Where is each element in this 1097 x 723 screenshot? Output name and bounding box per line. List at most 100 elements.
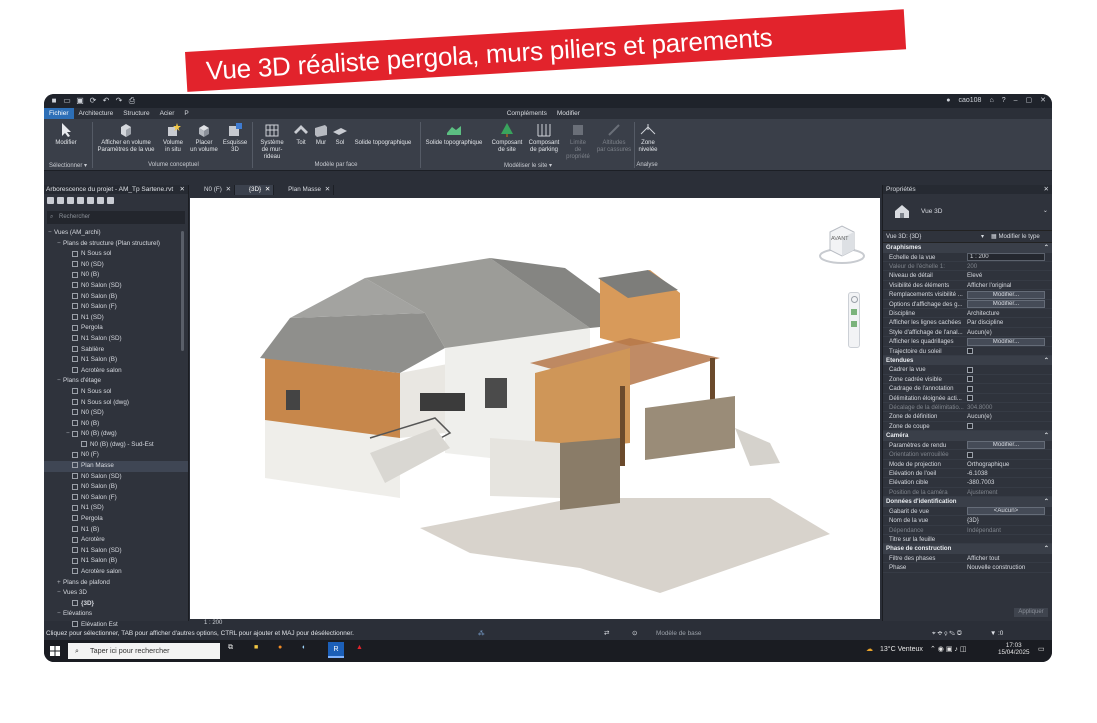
- tab-acier[interactable]: Acier: [155, 108, 180, 119]
- browser-item[interactable]: Sablière: [44, 345, 188, 356]
- zoom-icon[interactable]: [851, 321, 857, 327]
- altitudes-cassures-button[interactable]: Altitudes par cassures: [596, 122, 632, 154]
- open-icon[interactable]: ▭: [63, 96, 71, 105]
- system-tray-icons[interactable]: ⌃ ◉ ▣ ♪ ◫: [930, 645, 966, 653]
- tab-view-3d[interactable]: {3D} ✕: [234, 185, 275, 195]
- volume-in-situ-button[interactable]: Volume in situ: [160, 122, 186, 154]
- browser-item[interactable]: N0 (SD): [44, 260, 188, 271]
- file-explorer-icon[interactable]: ■: [254, 644, 258, 651]
- taskbar-search-input[interactable]: ⌕ Taper ici pour rechercher: [68, 643, 220, 659]
- browser-item[interactable]: − Vues 3D: [44, 588, 188, 599]
- browser-item[interactable]: N Sous sol: [44, 249, 188, 260]
- close-icon[interactable]: ✕: [1040, 96, 1046, 104]
- selection-options-icons[interactable]: ⌖ ✥ ⚲ ✎ ◎: [932, 628, 962, 640]
- worksharing-icon[interactable]: ⁂: [478, 628, 484, 640]
- collapse-icon[interactable]: ⌃: [1044, 544, 1049, 554]
- properties-section-header[interactable]: Phase de construction ⌃: [883, 544, 1052, 554]
- browser-item[interactable]: N1 (SD): [44, 313, 188, 324]
- groups-icon[interactable]: [97, 197, 104, 204]
- property-value[interactable]: Par discipline: [967, 318, 1045, 327]
- instance-filter[interactable]: Vue 3D: {3D}: [886, 233, 921, 240]
- browser-icon[interactable]: ◐: [302, 644, 306, 651]
- close-icon[interactable]: ✕: [325, 185, 330, 195]
- browser-item[interactable]: N Sous sol (dwg): [44, 398, 188, 409]
- sheets-icon[interactable]: [77, 197, 84, 204]
- property-edit-button[interactable]: Modifier...: [967, 441, 1045, 450]
- property-value[interactable]: -6.1038: [967, 469, 1045, 478]
- property-value[interactable]: Afficher l'original: [967, 281, 1045, 290]
- links-icon[interactable]: [107, 197, 114, 204]
- solide-topographique-button[interactable]: Solide topographique: [422, 122, 486, 147]
- property-value[interactable]: Orthographique: [967, 460, 1045, 469]
- placer-volume-button[interactable]: Placer un volume: [188, 122, 220, 154]
- browser-item[interactable]: N0 Salon (F): [44, 493, 188, 504]
- organize-icon[interactable]: [47, 197, 54, 204]
- collapse-icon[interactable]: ⌃: [1044, 497, 1049, 507]
- systeme-mur-rideau-button[interactable]: Système de mur-rideau: [254, 122, 290, 161]
- minimize-icon[interactable]: –: [1014, 97, 1018, 104]
- cart-icon[interactable]: ⌂: [989, 97, 993, 104]
- collapse-icon[interactable]: ⌃: [1044, 356, 1049, 366]
- browser-item[interactable]: N0 (B): [44, 419, 188, 430]
- property-value[interactable]: Nouvelle construction: [967, 563, 1045, 572]
- browser-item[interactable]: Pergola: [44, 323, 188, 334]
- browser-item[interactable]: N1 Salon (B): [44, 556, 188, 567]
- properties-section-header[interactable]: Graphismes ⌃: [883, 243, 1052, 253]
- apply-button[interactable]: Appliquer: [1014, 608, 1048, 617]
- browser-scrollbar[interactable]: [181, 231, 184, 351]
- close-icon[interactable]: ✕: [226, 185, 231, 195]
- composant-parking-button[interactable]: Composant de parking: [526, 122, 562, 154]
- tab-view-n0-f[interactable]: N0 (F) ✕: [190, 185, 235, 195]
- edit-type-button[interactable]: ▦ Modifier le type: [991, 231, 1040, 243]
- clock[interactable]: 17:03 15/04/2025: [998, 642, 1030, 656]
- browser-item[interactable]: N1 (B): [44, 525, 188, 536]
- sync-icon[interactable]: ⟳: [89, 96, 97, 105]
- browser-item[interactable]: − Plans de structure (Plan structurel): [44, 239, 188, 250]
- browser-item[interactable]: N0 Salon (B): [44, 292, 188, 303]
- browser-item[interactable]: N1 Salon (SD): [44, 334, 188, 345]
- user-name[interactable]: cao108: [958, 97, 981, 104]
- sol-button[interactable]: Sol: [332, 122, 348, 147]
- mur-button[interactable]: Mur: [312, 122, 330, 147]
- windows-start-icon[interactable]: [50, 646, 60, 656]
- collapse-icon[interactable]: ⌃: [1044, 431, 1049, 441]
- save-icon[interactable]: ▣: [76, 96, 84, 105]
- sync-icon[interactable]: ⇄: [604, 628, 609, 640]
- group-selectionner[interactable]: Sélectionner ▾: [46, 162, 90, 169]
- browser-item[interactable]: − Plans d'étage: [44, 376, 188, 387]
- browser-item[interactable]: {3D}: [44, 599, 188, 610]
- close-icon[interactable]: ✕: [265, 185, 270, 195]
- browser-item[interactable]: N1 Salon (B): [44, 355, 188, 366]
- browser-item[interactable]: N0 Salon (SD): [44, 281, 188, 292]
- browser-item[interactable]: Acrotère: [44, 535, 188, 546]
- limite-propriete-button[interactable]: Limite de propriété: [564, 122, 592, 161]
- browser-item[interactable]: N0 (F): [44, 450, 188, 461]
- maximize-icon[interactable]: ▢: [1026, 96, 1033, 104]
- tab-complements[interactable]: Compléments: [502, 108, 552, 119]
- tab-fichier[interactable]: Fichier: [44, 108, 74, 119]
- collapse-icon[interactable]: ⌃: [1044, 243, 1049, 253]
- views-icon[interactable]: [67, 197, 74, 204]
- browser-item[interactable]: N0 Salon (B): [44, 482, 188, 493]
- browser-item[interactable]: N0 (B): [44, 270, 188, 281]
- browser-item[interactable]: − Elévations: [44, 609, 188, 620]
- browser-item[interactable]: Acrotère salon: [44, 366, 188, 377]
- tab-p[interactable]: P: [179, 108, 193, 119]
- esquisse-3d-button[interactable]: Esquisse 3D: [221, 122, 249, 154]
- composant-site-button[interactable]: Composant de site: [490, 122, 524, 154]
- filter-icon[interactable]: [57, 197, 64, 204]
- editing-icon[interactable]: ⊙: [632, 628, 637, 640]
- browser-item[interactable]: Pergola: [44, 514, 188, 525]
- property-value[interactable]: Architecture: [967, 309, 1045, 318]
- properties-section-header[interactable]: Etendues ⌃: [883, 355, 1052, 366]
- property-edit-button[interactable]: Modifier...: [967, 337, 1045, 346]
- navigation-bar[interactable]: [848, 292, 860, 348]
- redo-icon[interactable]: ↷: [115, 96, 123, 105]
- modifier-button[interactable]: Modifier: [50, 122, 82, 147]
- steering-wheel-icon[interactable]: [850, 296, 858, 303]
- browser-item[interactable]: N Sous sol: [44, 387, 188, 398]
- app-menu-icon[interactable]: ■: [50, 96, 58, 105]
- print-icon[interactable]: ⎙: [128, 96, 136, 105]
- group-modeliser-site[interactable]: Modéliser le site ▾: [422, 162, 634, 169]
- close-icon[interactable]: ✕: [1044, 185, 1049, 194]
